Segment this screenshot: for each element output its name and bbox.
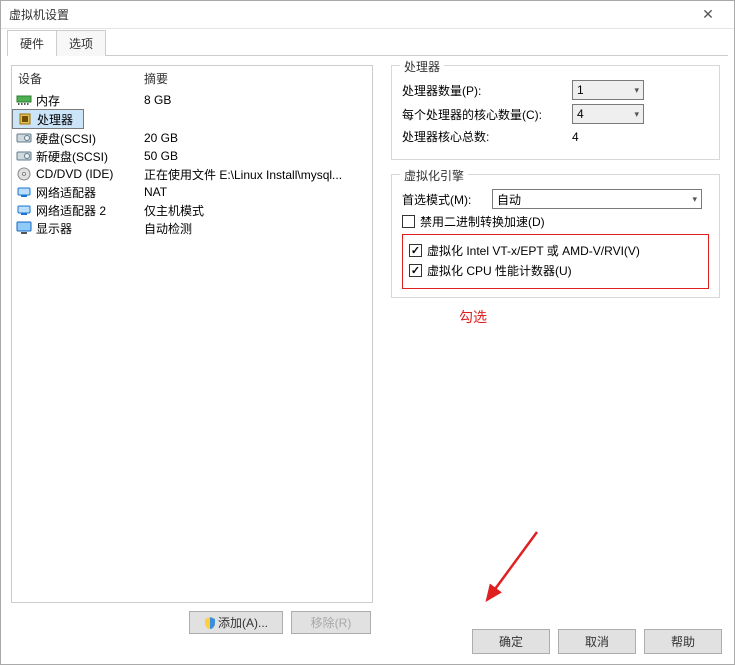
help-button[interactable]: 帮助 — [644, 629, 722, 654]
engine-pref-select[interactable]: 自动▾ — [492, 189, 702, 209]
annotation-redbox: 虚拟化 Intel VT-x/EPT 或 AMD-V/RVI(V) 虚拟化 CP… — [402, 234, 709, 289]
proc-total-value: 4 — [572, 130, 579, 144]
col-summary: 摘要 — [144, 70, 366, 87]
left-buttons: 添加(A)... 移除(R) — [11, 603, 373, 634]
proc-total-label: 处理器核心总数: — [402, 128, 572, 145]
display-icon — [16, 221, 32, 235]
device-name: 显示器 — [36, 220, 144, 237]
tab-hardware[interactable]: 硬件 — [7, 30, 57, 56]
remove-button[interactable]: 移除(R) — [291, 611, 371, 634]
disk-icon — [16, 131, 32, 145]
device-summary: 20 GB — [144, 131, 368, 145]
cd-icon — [16, 167, 32, 181]
device-row[interactable]: 网络适配器 2仅主机模式 — [12, 201, 372, 219]
net-icon — [16, 203, 32, 217]
left-panel: 设备 摘要 内存8 GB处理器4硬盘(SCSI)20 GB新硬盘(SCSI)50… — [7, 57, 377, 616]
engine-pref-label: 首选模式(M): — [402, 191, 492, 208]
right-panel: 处理器 处理器数量(P): 1▾ 每个处理器的核心数量(C): 4▾ 处理器核心… — [377, 57, 728, 616]
add-button-label: 添加(A)... — [218, 616, 268, 630]
annotation-arrow — [477, 522, 547, 612]
footer: 确定 取消 帮助 — [472, 629, 722, 654]
group-processors: 处理器 处理器数量(P): 1▾ 每个处理器的核心数量(C): 4▾ 处理器核心… — [391, 65, 720, 160]
device-row[interactable]: 网络适配器NAT — [12, 183, 372, 201]
device-row[interactable]: 新硬盘(SCSI)50 GB — [12, 147, 372, 165]
device-name: CD/DVD (IDE) — [36, 167, 144, 181]
proc-count-select[interactable]: 1▾ — [572, 80, 644, 100]
device-row[interactable]: CD/DVD (IDE)正在使用文件 E:\Linux Install\mysq… — [12, 165, 372, 183]
chevron-down-icon: ▾ — [634, 85, 639, 96]
device-row[interactable]: 内存8 GB — [12, 91, 372, 109]
device-list[interactable]: 设备 摘要 内存8 GB处理器4硬盘(SCSI)20 GB新硬盘(SCSI)50… — [11, 65, 373, 603]
proc-count-label: 处理器数量(P): — [402, 82, 572, 99]
device-name: 内存 — [36, 92, 144, 109]
close-icon[interactable]: ✕ — [688, 6, 728, 23]
window-title: 虚拟机设置 — [9, 6, 688, 23]
titlebar: 虚拟机设置 ✕ — [1, 1, 734, 29]
device-list-header: 设备 摘要 — [12, 66, 372, 91]
device-row[interactable]: 硬盘(SCSI)20 GB — [12, 129, 372, 147]
device-summary: 自动检测 — [144, 220, 368, 237]
group-engine-legend: 虚拟化引擎 — [400, 167, 468, 184]
chevron-down-icon: ▾ — [692, 194, 697, 205]
cpu-icon — [17, 112, 33, 126]
device-summary: 正在使用文件 E:\Linux Install\mysql... — [144, 166, 368, 183]
cb-disable-binary[interactable]: 禁用二进制转换加速(D) — [402, 213, 709, 230]
tab-options[interactable]: 选项 — [56, 30, 106, 56]
cb-cpu-counters-label: 虚拟化 CPU 性能计数器(U) — [427, 262, 572, 279]
checkbox-icon — [409, 264, 422, 277]
device-name: 新硬盘(SCSI) — [36, 148, 144, 165]
cb-disable-binary-label: 禁用二进制转换加速(D) — [420, 213, 545, 230]
proc-cores-label: 每个处理器的核心数量(C): — [402, 106, 572, 123]
col-device: 设备 — [18, 70, 144, 87]
group-processors-legend: 处理器 — [400, 58, 444, 75]
chevron-down-icon: ▾ — [634, 109, 639, 120]
cancel-button[interactable]: 取消 — [558, 629, 636, 654]
device-summary: 仅主机模式 — [144, 202, 368, 219]
checkbox-icon — [402, 215, 415, 228]
proc-cores-select[interactable]: 4▾ — [572, 104, 644, 124]
shield-icon — [204, 617, 216, 629]
device-row[interactable]: 显示器自动检测 — [12, 219, 372, 237]
device-name: 网络适配器 2 — [36, 202, 144, 219]
annotation-text: 勾选 — [459, 307, 487, 327]
content: 设备 摘要 内存8 GB处理器4硬盘(SCSI)20 GB新硬盘(SCSI)50… — [7, 57, 728, 616]
cb-cpu-counters[interactable]: 虚拟化 CPU 性能计数器(U) — [409, 262, 702, 279]
device-name: 处理器 — [37, 111, 79, 128]
device-summary: 50 GB — [144, 149, 368, 163]
cb-vtx-label: 虚拟化 Intel VT-x/EPT 或 AMD-V/RVI(V) — [427, 242, 640, 259]
ok-button[interactable]: 确定 — [472, 629, 550, 654]
cb-vtx[interactable]: 虚拟化 Intel VT-x/EPT 或 AMD-V/RVI(V) — [409, 242, 702, 259]
device-summary: 8 GB — [144, 93, 368, 107]
device-name: 硬盘(SCSI) — [36, 130, 144, 147]
tab-underline — [7, 55, 728, 56]
device-name: 网络适配器 — [36, 184, 144, 201]
add-button[interactable]: 添加(A)... — [189, 611, 283, 634]
disk-icon — [16, 149, 32, 163]
device-row[interactable]: 处理器4 — [12, 109, 84, 129]
device-summary: NAT — [144, 185, 368, 199]
checkbox-icon — [409, 244, 422, 257]
tabstrip: 硬件 选项 — [1, 29, 734, 55]
memory-icon — [16, 93, 32, 107]
net-icon — [16, 185, 32, 199]
group-engine: 虚拟化引擎 首选模式(M): 自动▾ 禁用二进制转换加速(D) 虚拟化 Inte… — [391, 174, 720, 298]
